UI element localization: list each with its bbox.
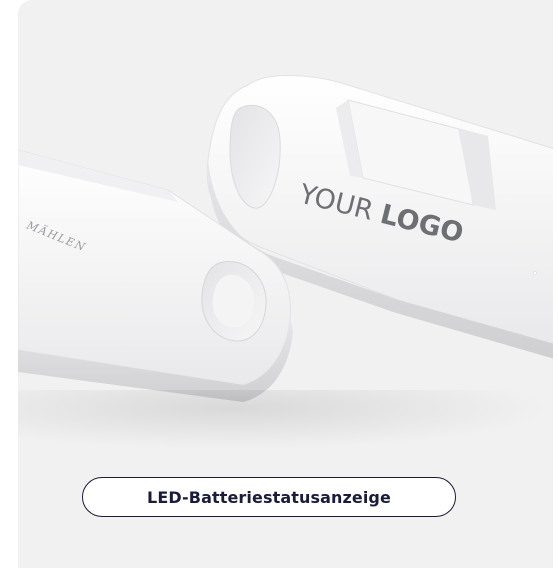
product-feature-page: YOUR LOGO MÄHLEN LED-Batteriestatusanzei… <box>0 0 558 568</box>
product-feature-card: YOUR LOGO MÄHLEN LED-Batteriestatusanzei… <box>18 0 553 568</box>
product-photo: YOUR LOGO MÄHLEN <box>18 75 553 402</box>
page-margin <box>0 0 18 568</box>
feature-label-button[interactable]: LED-Batteriestatusanzeige <box>82 477 456 517</box>
floor-shadow <box>18 390 553 450</box>
